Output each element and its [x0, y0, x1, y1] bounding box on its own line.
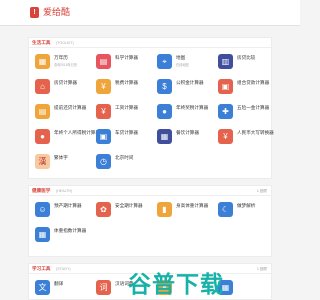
tool-name[interactable]: 繁体字	[54, 155, 68, 161]
tool-name[interactable]: 北京时间	[115, 155, 133, 161]
tool-item[interactable]: 文翻译	[35, 277, 93, 299]
tool-item[interactable]: 漢繁体字	[35, 151, 93, 173]
loan-icon[interactable]: ▣	[218, 79, 233, 94]
dictionary-icon[interactable]: 词	[96, 280, 111, 295]
tool-item[interactable]: ☺ 预产期计算器	[35, 199, 93, 221]
tool-item[interactable]: ▮ 身高体重计算器	[157, 199, 215, 221]
tool-name[interactable]: 餐饮计算器	[176, 130, 199, 136]
section-title: 生活工具	[32, 40, 51, 45]
food-icon[interactable]: ▦	[157, 129, 172, 144]
tool-desc: 查询2015年日历	[54, 62, 78, 67]
tool-name[interactable]: 预产期计算器	[54, 203, 82, 209]
watermark: 谷普下载	[120, 265, 270, 297]
tool-item[interactable]: ● 年终奖税计算器	[157, 101, 215, 123]
tool-name[interactable]: 翻译	[54, 281, 63, 287]
tool-name[interactable]: 科学计算器	[115, 55, 138, 61]
section-subtitle: (STUDY)	[56, 266, 71, 271]
section-header: 健康医学 (HEALTH) 1 回顾	[29, 186, 271, 196]
tool-item[interactable]: ☾ 做梦解析	[218, 199, 276, 221]
map-icon[interactable]: ⌖	[157, 54, 172, 69]
section-title: 健康医学	[32, 188, 51, 193]
yuan-icon[interactable]: ¥	[218, 129, 233, 144]
height-icon[interactable]: ▮	[157, 202, 172, 217]
dream-icon[interactable]: ☾	[218, 202, 233, 217]
section-health: 健康医学 (HEALTH) 1 回顾 ☺ 预产期计算器 ✿ 安全期计算器 ▮ 身高体重计算…	[28, 185, 272, 257]
tool-item[interactable]: ▦ 体重指数计算器	[35, 224, 93, 246]
salary-icon[interactable]: ¥	[96, 104, 111, 119]
tool-item[interactable]: ● 年终个人所得税计算器	[35, 126, 100, 148]
tool-item[interactable]: ⌖ 地图 在线地图	[157, 51, 215, 73]
tool-name[interactable]: 地图	[176, 55, 185, 61]
logo-icon[interactable]: !	[30, 7, 39, 18]
tool-item[interactable]: $ 公积金计算器	[157, 76, 215, 98]
tool-name[interactable]: 工资计算器	[115, 105, 138, 111]
tool-name[interactable]: 五险一金计算器	[237, 105, 269, 111]
tool-desc: 在线地图	[176, 62, 189, 67]
tool-item[interactable]: ¥ 工资计算器	[96, 101, 154, 123]
tool-item[interactable]: ¥ 税费计算器	[96, 76, 154, 98]
tool-item[interactable]: ✿ 安全期计算器	[96, 199, 154, 221]
tax-icon[interactable]: ¥	[96, 79, 111, 94]
pregnancy-icon[interactable]: ☺	[35, 202, 50, 217]
section-header: 生活工具 (TOOLKIT)	[29, 38, 271, 48]
tool-name[interactable]: 万年历	[54, 55, 68, 61]
tool-name[interactable]: 车贷计算器	[115, 130, 138, 136]
section-subtitle: (HEALTH)	[56, 188, 73, 193]
tool-item[interactable]: ◷ 北京时间	[96, 151, 154, 173]
tool-item[interactable]: ▣ 车贷计算器	[96, 126, 154, 148]
tool-item[interactable]: ▦ 万年历 查询2015年日历	[35, 51, 93, 73]
tool-name[interactable]: 体重指数计算器	[54, 228, 86, 234]
tool-name[interactable]: 做梦解析	[237, 203, 255, 209]
tool-item[interactable]: ¥ 人民币大写转换器	[218, 126, 276, 148]
header-bar: ! 爱给酷	[0, 0, 300, 26]
tool-item[interactable]: ▤ 科学计算器	[96, 51, 154, 73]
tool-item[interactable]: ▦ 餐饮计算器	[157, 126, 215, 148]
fund-icon[interactable]: $	[157, 79, 172, 94]
house-icon[interactable]: ⌂	[35, 79, 50, 94]
watermark-text: 谷普下载	[128, 271, 224, 297]
income-tax-icon[interactable]: ●	[35, 129, 50, 144]
tool-name[interactable]: 提前还贷计算器	[54, 105, 86, 111]
calendar-icon[interactable]: ▦	[35, 54, 50, 69]
tool-item[interactable]: ✚ 五险一金计算器	[218, 101, 276, 123]
section-subtitle: (TOOLKIT)	[56, 40, 74, 45]
tool-name[interactable]: 年终个人所得税计算器	[54, 130, 100, 136]
tool-name[interactable]: 房贷比较	[237, 55, 255, 61]
tool-name[interactable]: 身高体重计算器	[176, 203, 208, 209]
tool-item[interactable]: ▥ 房贷比较	[218, 51, 276, 73]
bonus-icon[interactable]: ●	[157, 104, 172, 119]
repay-icon[interactable]: ▤	[35, 104, 50, 119]
tool-name[interactable]: 安全期计算器	[115, 203, 143, 209]
clock-icon[interactable]: ◷	[96, 154, 111, 169]
tool-name[interactable]: 房贷计算器	[54, 80, 77, 86]
tool-name[interactable]: 公积金计算器	[176, 80, 204, 86]
bmi-icon[interactable]: ▦	[35, 227, 50, 242]
translate-icon[interactable]: 文	[35, 280, 50, 295]
app-title[interactable]: 爱给酷	[43, 7, 70, 18]
tool-name[interactable]: 人民币大写转换器	[237, 130, 274, 136]
tool-item[interactable]: ▣ 组合贷款计算器	[218, 76, 276, 98]
insurance-icon[interactable]: ✚	[218, 104, 233, 119]
tool-item[interactable]: ▤ 提前还贷计算器	[35, 101, 93, 123]
safe-period-icon[interactable]: ✿	[96, 202, 111, 217]
tool-name[interactable]: 年终奖税计算器	[176, 105, 208, 111]
section-toolkit: 生活工具 (TOOLKIT) ▦ 万年历 查询2015年日历 ▤ 科学计算器 ⌖ 地图 在线地…	[28, 37, 274, 179]
calculator-icon[interactable]: ▤	[96, 54, 111, 69]
tool-name[interactable]: 组合贷款计算器	[237, 80, 269, 86]
section-title: 学习工具	[32, 266, 51, 271]
car-icon[interactable]: ▣	[96, 129, 111, 144]
han-char-icon[interactable]: 漢	[35, 154, 50, 169]
tool-item[interactable]: ⌂ 房贷计算器	[35, 76, 93, 98]
building-icon[interactable]: ▥	[218, 54, 233, 69]
tool-name[interactable]: 税费计算器	[115, 80, 138, 86]
section-more-link[interactable]: 1 回顾	[257, 189, 267, 194]
